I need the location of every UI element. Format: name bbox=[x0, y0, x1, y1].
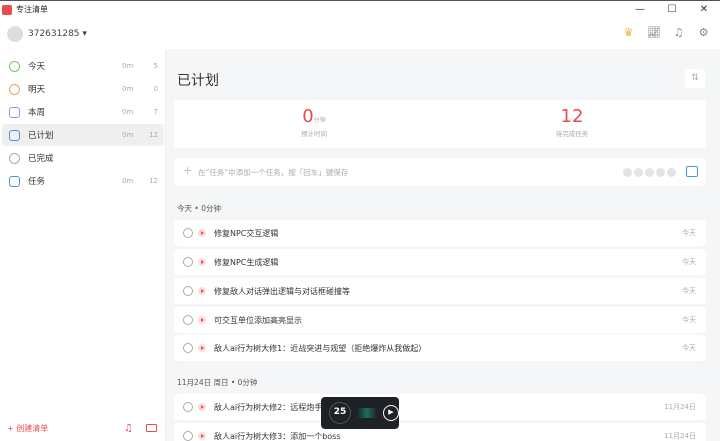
main-panel: 已计划 ⇅ 0分钟 预计时间 12 待完成任务 + 在“任务”中添加一个任务，按… bbox=[166, 49, 720, 441]
close-button[interactable]: ✕ bbox=[688, 1, 720, 18]
task-row[interactable]: 可交互单位添加高亮显示 今天 bbox=[174, 307, 706, 333]
stats-icon[interactable]: 📈︎ bbox=[647, 26, 661, 39]
gear-icon[interactable]: ⚙ bbox=[697, 26, 710, 39]
section-header: 11月24日 周日 • 0分钟 bbox=[177, 378, 258, 387]
add-task-input[interactable]: + 在“任务”中添加一个任务，按「回车」键保存 bbox=[174, 158, 706, 186]
create-list-button[interactable]: + 创建清单 bbox=[7, 423, 48, 434]
sidebar-item-tomorrow[interactable]: 明天 0m 0 bbox=[2, 78, 164, 100]
maximize-button[interactable]: ☐ bbox=[656, 1, 688, 18]
play-icon[interactable] bbox=[198, 316, 206, 324]
folder-icon[interactable] bbox=[146, 424, 157, 432]
task-row[interactable]: 修复NPC生成逻辑 今天 bbox=[174, 249, 706, 275]
calendar-week-icon bbox=[9, 106, 20, 118]
title-bar: 专注清单 — ☐ ✕ bbox=[0, 0, 720, 18]
user-menu[interactable]: 372631285 ▾ bbox=[28, 29, 87, 39]
bell-icon[interactable]: ♫ bbox=[672, 26, 685, 39]
section-header: 今天 • 0分钟 bbox=[177, 204, 221, 213]
play-icon[interactable] bbox=[198, 403, 206, 411]
checkbox[interactable] bbox=[183, 343, 193, 353]
checkbox[interactable] bbox=[183, 431, 193, 441]
sort-button[interactable]: ⇅ bbox=[685, 69, 705, 88]
sidebar-item-planned[interactable]: 已计划 0m 12 bbox=[2, 124, 164, 146]
calendar-icon bbox=[9, 129, 20, 141]
checkbox[interactable] bbox=[183, 315, 193, 325]
checkbox[interactable] bbox=[183, 402, 193, 412]
sidebar-item-completed[interactable]: 已完成 bbox=[2, 147, 164, 169]
pomodoro-timer: 25 bbox=[329, 402, 351, 424]
checkbox[interactable] bbox=[183, 286, 193, 296]
play-icon[interactable] bbox=[198, 229, 206, 237]
minimize-button[interactable]: — bbox=[624, 1, 656, 18]
play-icon[interactable] bbox=[198, 258, 206, 266]
task-row[interactable]: 敌人ai行为树大修3：添加一个boss 11月24日 bbox=[174, 423, 706, 441]
inbox-icon bbox=[9, 175, 20, 187]
play-icon[interactable] bbox=[198, 432, 206, 440]
play-button[interactable]: ▶ bbox=[383, 405, 399, 421]
stat-pending-tasks: 12 待完成任务 bbox=[555, 106, 589, 138]
sun-icon bbox=[9, 60, 20, 72]
sidebar-item-tasks[interactable]: 任务 0m 12 bbox=[2, 170, 164, 192]
bell-reminder-icon[interactable]: ♫ bbox=[124, 423, 133, 434]
sidebar: 今天 0m 5 明天 0m 0 本周 0m 7 已计划 0m 12 已完成 任务 0m 12 + 创… bbox=[0, 49, 166, 441]
app-logo-icon bbox=[2, 4, 12, 15]
checkbox[interactable] bbox=[183, 228, 193, 238]
crown-icon[interactable]: ♛ bbox=[622, 26, 635, 39]
checkbox[interactable] bbox=[183, 257, 193, 267]
sunrise-icon bbox=[9, 83, 20, 95]
task-row[interactable]: 敌人ai行为树大修2：远程炮手 11月24日 bbox=[174, 394, 706, 420]
avatar[interactable] bbox=[7, 25, 23, 42]
inbox-icon[interactable] bbox=[686, 166, 698, 177]
plus-icon: + bbox=[183, 164, 193, 177]
task-row[interactable]: 敌人ai行为树大修1：近战突进与观望（拒绝爆炸从我做起） 今天 bbox=[174, 335, 706, 361]
sidebar-item-week[interactable]: 本周 0m 7 bbox=[2, 101, 164, 123]
pomodoro-widget[interactable]: 25 ▶ bbox=[321, 397, 399, 429]
page-title: 已计划 bbox=[177, 73, 219, 89]
task-row[interactable]: 修复敌人对话弹出逻辑与对话框碰撞等 今天 bbox=[174, 278, 706, 304]
wave-icon bbox=[357, 408, 377, 418]
task-row[interactable]: 修复NPC交互逻辑 今天 bbox=[174, 220, 706, 246]
play-icon[interactable] bbox=[198, 344, 206, 352]
priority-options[interactable] bbox=[623, 168, 676, 177]
app-title: 专注清单 bbox=[16, 5, 48, 14]
check-circle-icon bbox=[9, 152, 20, 164]
stat-estimated-time: 0分钟 预计时间 bbox=[301, 106, 327, 138]
header: 372631285 ▾ ♛ 📈︎ ♫ ⚙ bbox=[0, 18, 720, 49]
play-icon[interactable] bbox=[198, 287, 206, 295]
sidebar-item-today[interactable]: 今天 0m 5 bbox=[2, 55, 164, 77]
stats-card: 0分钟 预计时间 12 待完成任务 bbox=[174, 100, 706, 148]
